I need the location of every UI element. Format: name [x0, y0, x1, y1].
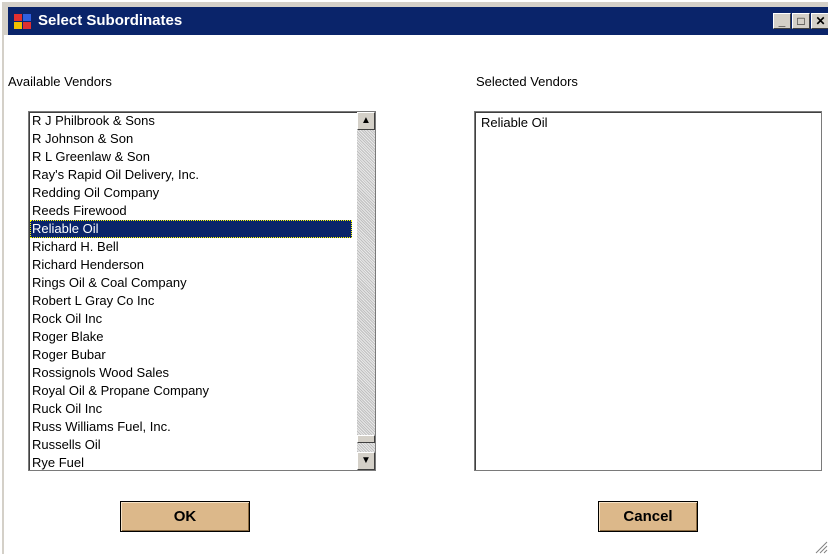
available-vendor-item[interactable]: Rings Oil & Coal Company	[30, 274, 352, 292]
scroll-down-button[interactable]: ▼	[357, 452, 375, 470]
ok-button[interactable]: OK	[120, 501, 250, 532]
available-vendor-item[interactable]: Robert L Gray Co Inc	[30, 292, 352, 310]
window-title: Select Subordinates	[38, 12, 183, 29]
available-vendor-item[interactable]: Rye Fuel	[30, 454, 352, 470]
available-vendor-item[interactable]: Roger Bubar	[30, 346, 352, 364]
scroll-thumb[interactable]	[357, 435, 375, 443]
available-vendor-item[interactable]: Reeds Firewood	[30, 202, 352, 220]
selected-vendors-list[interactable]: Reliable Oil	[474, 111, 822, 471]
available-vendor-item[interactable]: Richard Henderson	[30, 256, 352, 274]
available-vendors-label: Available Vendors	[8, 74, 112, 89]
available-vendor-item[interactable]: R J Philbrook & Sons	[30, 112, 352, 130]
available-vendor-item[interactable]: Royal Oil & Propane Company	[30, 382, 352, 400]
available-vendor-item[interactable]: Rossignols Wood Sales	[30, 364, 352, 382]
available-vendor-item[interactable]: Roger Blake	[30, 328, 352, 346]
available-vendor-item[interactable]: Richard H. Bell	[30, 238, 352, 256]
available-vendors-list[interactable]: R J Philbrook & Sons R Johnson & Son R L G…	[28, 111, 376, 471]
resize-grip-icon[interactable]	[814, 540, 828, 554]
cancel-button[interactable]: Cancel	[598, 501, 698, 532]
close-button[interactable]: ✕	[811, 13, 828, 29]
scroll-up-button[interactable]: ▲	[357, 112, 375, 130]
available-vendor-item[interactable]: Ruck Oil Inc	[30, 400, 352, 418]
dialog-body: Available Vendors Selected Vendors R J P…	[4, 35, 828, 556]
maximize-button[interactable]: □	[792, 13, 810, 29]
available-vendor-item[interactable]: Ray's Rapid Oil Delivery, Inc.	[30, 166, 352, 184]
available-vendor-item[interactable]: Russ Williams Fuel, Inc.	[30, 418, 352, 436]
available-vendors-scrollbar[interactable]: ▲ ▼	[357, 112, 375, 470]
available-vendor-item[interactable]: Redding Oil Company	[30, 184, 352, 202]
app-form-icon	[14, 14, 32, 30]
available-vendor-item[interactable]: Russells Oil	[30, 436, 352, 454]
available-vendor-item[interactable]: Reliable Oil	[30, 220, 352, 238]
available-vendor-item[interactable]: R L Greenlaw & Son	[30, 148, 352, 166]
available-vendor-item[interactable]: R Johnson & Son	[30, 130, 352, 148]
minimize-button[interactable]: _	[773, 13, 791, 29]
dialog-window: Select Subordinates _ □ ✕ Available Vend…	[0, 0, 828, 556]
selected-vendors-label: Selected Vendors	[476, 74, 578, 89]
title-bar[interactable]: Select Subordinates _ □ ✕	[8, 7, 828, 35]
available-vendor-item[interactable]: Rock Oil Inc	[30, 310, 352, 328]
selected-vendor-item[interactable]: Reliable Oil	[479, 114, 809, 132]
